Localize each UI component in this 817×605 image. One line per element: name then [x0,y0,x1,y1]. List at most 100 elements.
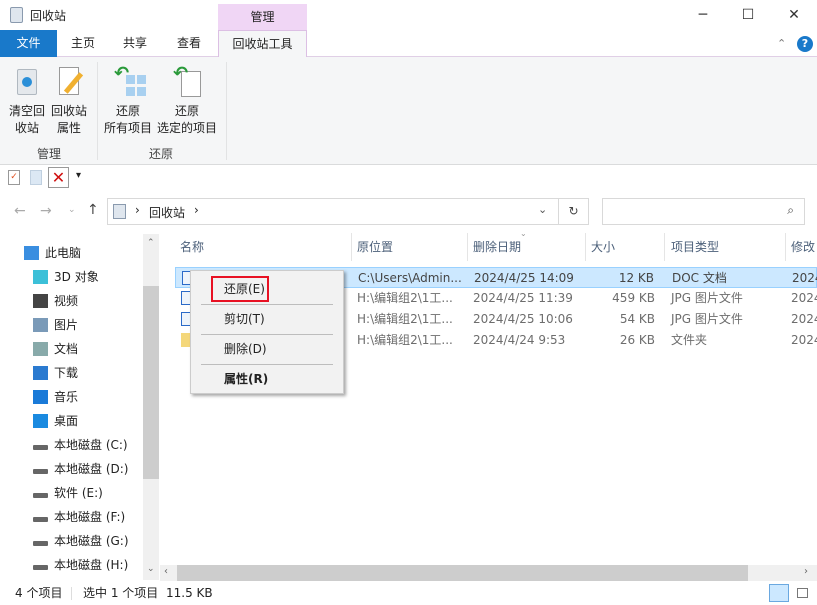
ribbon-tabs: 文件 主页 共享 查看 回收站工具 ⌃ ? [0,30,817,58]
recycle-bin-properties-button[interactable]: 回收站 属性 [48,65,90,137]
nav-item[interactable]: 视频 [0,289,143,313]
properties-quick-icon[interactable]: ✓ [8,170,20,185]
nav-item[interactable]: 本地磁盘 (F:) [0,505,143,529]
column-header[interactable]: 名称 [180,236,204,258]
collapse-ribbon-icon[interactable]: ⌃ [777,37,786,50]
recycle-bin-icon [10,7,23,23]
cell-date: 2024/4/25 10:06 [473,312,573,326]
cell-type: JPG 图片文件 [671,312,743,326]
cell-loc: H:\编辑组2\1工... [357,291,453,305]
nav-item[interactable]: 3D 对象 [0,265,143,289]
customize-dropdown-icon[interactable]: ▾ [76,170,81,181]
cell-type: DOC 文档 [672,271,727,285]
column-header[interactable]: 大小 [591,236,615,258]
tab-view[interactable]: 查看 [168,30,210,57]
tab-file[interactable]: 文件 [0,30,57,57]
selected-count: 选中 1 个项目 [83,586,159,600]
nav-item[interactable]: 下载 [0,361,143,385]
menu-item-properties[interactable]: 属性(R) [224,368,268,390]
close-button[interactable]: ✕ [771,0,817,30]
forward-button[interactable]: → [40,203,52,219]
folder-icon [33,294,48,308]
nav-item[interactable]: 本地磁盘 (H:) [0,553,143,577]
delete-quick-icon[interactable]: ✕ [48,167,69,188]
recycle-bin-icon [113,204,126,219]
refresh-button[interactable]: ↻ [559,198,589,225]
details-view-button[interactable] [769,584,789,602]
nav-item[interactable]: 音乐 [0,385,143,409]
nav-scrollbar[interactable]: ⌃ ⌄ [143,234,159,580]
address-bar[interactable]: › 回收站 › ⌄ [107,198,559,225]
drive-icon [33,493,48,498]
menu-item-cut[interactable]: 剪切(T) [224,308,265,330]
column-header[interactable]: 原位置 [357,236,393,258]
status-bar: 4 个项目 选中 1 个项目 11.5 KB [0,583,817,605]
restore-all-icon: ↶ [112,65,146,99]
cell-date: 2024/4/25 11:39 [473,291,573,305]
menu-item-restore[interactable]: 还原(E) [224,278,265,300]
window-title: 回收站 [30,9,67,23]
maximize-button[interactable]: ☐ [725,0,771,30]
drive-icon [33,469,48,474]
h-scroll-thumb[interactable] [177,565,748,581]
drive-icon [33,541,48,546]
folder-icon [33,366,48,380]
folder-icon [33,390,48,404]
drive-icon [33,517,48,522]
drive-icon [33,445,48,450]
restore-selected-button[interactable]: ↶ 还原 选定的项目 [156,65,218,137]
nav-item[interactable]: 本地磁盘 (G:) [0,529,143,553]
nav-item[interactable]: 软件 (E:) [0,481,143,505]
up-button[interactable]: ↑ [87,202,99,218]
cell-type: JPG 图片文件 [671,291,743,305]
cell-size: 54 KB [619,312,655,326]
minimize-button[interactable]: ─ [680,0,726,30]
group-restore-label: 还原 [149,147,174,161]
properties-icon [53,65,85,99]
nav-item[interactable]: 本地磁盘 (C:) [0,433,143,457]
nav-item[interactable]: 桌面 [0,409,143,433]
address-dropdown-icon[interactable]: ⌄ [538,203,547,216]
nav-item[interactable]: 此电脑 [0,241,134,265]
cell-loc: H:\编辑组2\1工... [357,312,453,326]
restore-all-button[interactable]: ↶ 还原 所有项目 [102,65,154,137]
context-menu: 还原(E) 剪切(T) 删除(D) 属性(R) [190,270,344,394]
item-count: 4 个项目 [15,586,63,600]
cell-type: 文件夹 [671,333,708,347]
title-bar: 回收站 ─ ☐ ✕ [0,0,817,30]
address-path[interactable]: 回收站 [149,204,185,221]
column-header[interactable]: 删除日期 [473,236,521,258]
nav-item[interactable]: 文档 [0,337,143,361]
cell-date: 2024/4/24 9:53 [473,333,566,347]
empty-recycle-bin-button[interactable]: 清空回 收站 [6,65,48,137]
cell-loc: H:\编辑组2\1工... [357,333,453,347]
cell-mod: 2024 [791,333,817,347]
nav-item[interactable]: 本地磁盘 (D:) [0,457,143,481]
refresh-icon: ↻ [568,204,579,218]
menu-item-delete[interactable]: 删除(D) [224,338,267,360]
group-manage-label: 管理 [37,147,62,161]
cell-size: 26 KB [619,333,655,347]
cell-loc: C:\Users\Admin... [358,271,462,285]
column-header[interactable]: 项目类型 [671,236,719,258]
restore-selected-icon: ↶ [171,65,203,99]
folder-icon [33,270,48,284]
tab-home[interactable]: 主页 [62,30,104,57]
search-input[interactable]: ⌕ [602,198,805,225]
selected-size: 11.5 KB [166,586,213,600]
folder-icon [33,318,48,332]
recent-locations-icon[interactable]: ⌄ [68,205,76,215]
tab-recycle-bin-tools[interactable]: 回收站工具 [218,30,307,58]
nav-scroll-thumb[interactable] [143,286,159,479]
column-header[interactable]: 修改 [791,236,815,258]
folder-icon [33,414,48,428]
horizontal-scrollbar[interactable]: ‹ › [160,565,817,581]
help-icon[interactable]: ? [797,36,813,52]
nav-item[interactable]: 图片 [0,313,143,337]
ribbon: 清空回 收站 回收站 属性 管理 ↶ 还原 所有项目 ↶ 还原 选定的项目 还原 [0,57,817,165]
back-button[interactable]: ← [14,203,26,219]
tab-share[interactable]: 共享 [114,30,156,57]
large-icons-view-button[interactable] [793,584,813,602]
cell-mod: 2024 [791,312,817,326]
new-folder-quick-icon[interactable] [30,170,42,185]
